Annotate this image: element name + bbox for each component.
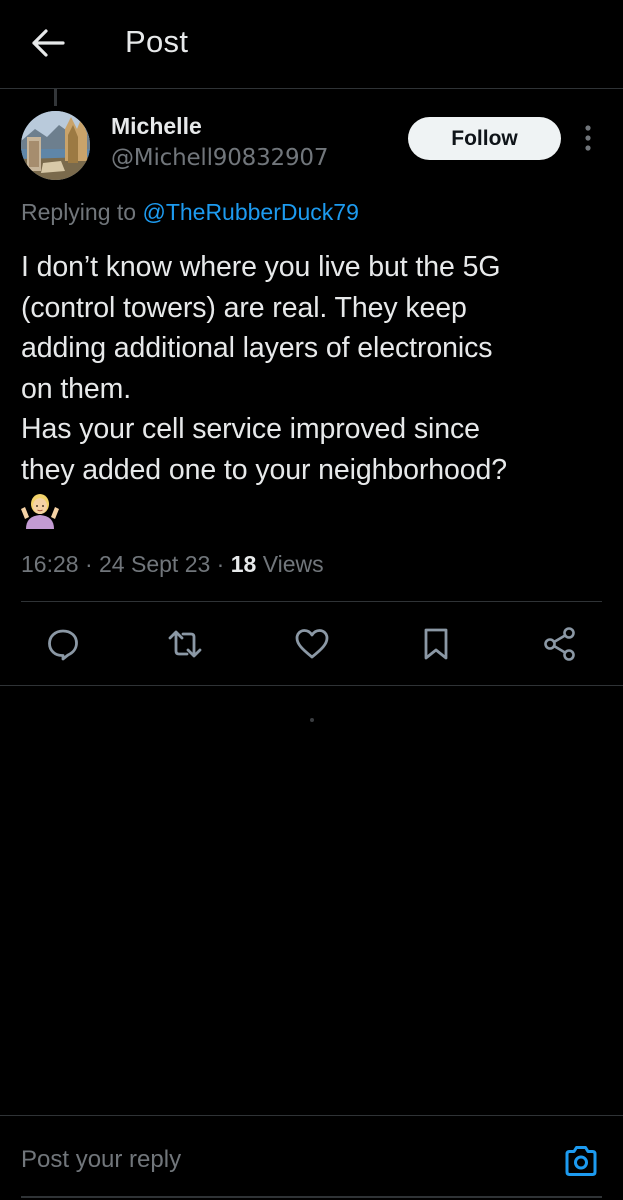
- share-button[interactable]: [540, 622, 580, 666]
- thread-connector-line: [54, 89, 57, 106]
- avatar[interactable]: [21, 111, 90, 180]
- camera-icon: [565, 1146, 597, 1176]
- page-title: Post: [125, 24, 189, 59]
- reply-button[interactable]: [43, 622, 83, 666]
- more-vertical-icon: [585, 125, 591, 151]
- loading-indicator: [310, 718, 314, 722]
- post-text: I don’t know where you live but the 5G (…: [21, 251, 508, 486]
- meta-separator: ·: [78, 551, 100, 577]
- views-label: Views: [256, 551, 324, 577]
- bookmark-icon: [424, 628, 448, 660]
- more-options-button[interactable]: [578, 124, 598, 154]
- heart-icon: [295, 629, 329, 659]
- post-meta: 16:28 · 24 Sept 23 · 18 Views: [21, 551, 324, 578]
- author-handle[interactable]: @Michell90832907: [111, 145, 328, 171]
- landscape-avatar: [21, 111, 90, 180]
- meta-separator: ·: [210, 551, 231, 577]
- views-count: 18: [230, 551, 257, 577]
- repost-button[interactable]: [165, 622, 205, 666]
- reply-input[interactable]: [21, 1146, 521, 1174]
- post-time: 16:28: [21, 551, 79, 577]
- like-button[interactable]: [292, 622, 332, 666]
- reply-composer: [0, 1115, 623, 1200]
- action-bar: [0, 622, 623, 666]
- repost-icon: [168, 630, 202, 658]
- back-button[interactable]: [30, 26, 68, 60]
- follow-button[interactable]: Follow: [408, 117, 561, 160]
- share-icon: [544, 627, 575, 661]
- author-name[interactable]: Michelle: [111, 113, 202, 140]
- top-app-bar: Post: [0, 0, 623, 89]
- reply-input-underline: [21, 1196, 602, 1198]
- replying-to: Replying to @TheRubberDuck79: [21, 199, 359, 226]
- divider: [0, 685, 623, 686]
- comment-icon: [48, 629, 78, 661]
- replying-to-link[interactable]: @TheRubberDuck79: [142, 199, 358, 225]
- post-date: 24 Sept 23: [99, 551, 211, 577]
- bookmark-button[interactable]: [416, 622, 456, 666]
- camera-button[interactable]: [563, 1144, 599, 1178]
- divider: [21, 601, 602, 602]
- person-shrugging-emoji: [20, 489, 60, 529]
- replying-prefix: Replying to: [21, 199, 143, 225]
- arrow-left-icon: [32, 29, 65, 57]
